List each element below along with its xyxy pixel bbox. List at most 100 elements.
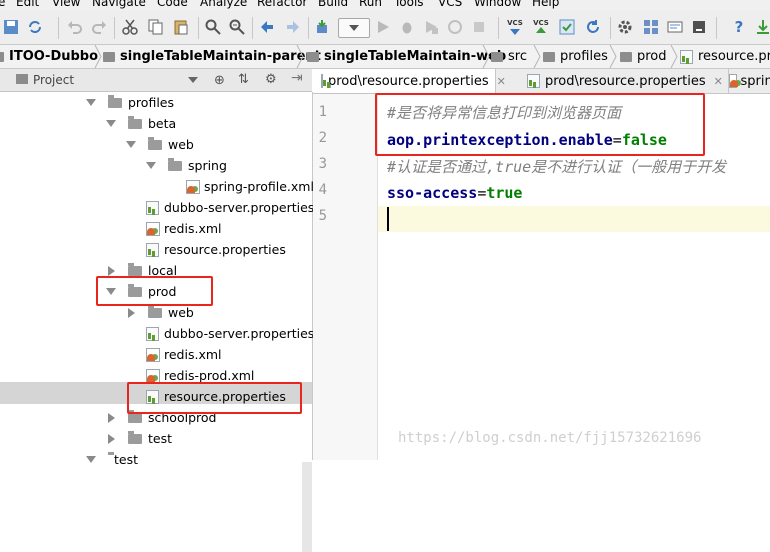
line-number: 3: [318, 156, 327, 172]
menu-window[interactable]: Window: [474, 0, 521, 9]
run-anything-icon[interactable]: [690, 18, 708, 36]
menu-navigate[interactable]: Navigate: [92, 0, 146, 9]
equals-sign: =: [477, 184, 487, 202]
tree-scrollbar[interactable]: [302, 462, 312, 552]
properties-file-icon: [527, 74, 540, 88]
highlight-box-resource-properties: [127, 382, 302, 414]
close-icon[interactable]: ✕: [497, 75, 506, 88]
chevron-right-icon: [609, 45, 617, 68]
settings-icon[interactable]: [616, 18, 634, 36]
find-icon[interactable]: [204, 18, 222, 36]
redo-icon[interactable]: [90, 18, 108, 36]
breadcrumb-prod[interactable]: prod: [620, 48, 667, 65]
code-line-3[interactable]: #认证是否通过,true是不进行认证（一般用于开发: [387, 153, 770, 179]
collapse-all-icon[interactable]: ⇅: [238, 72, 249, 87]
properties-file-icon: [146, 326, 159, 341]
line-number: 5: [318, 208, 327, 224]
replace-icon[interactable]: [228, 18, 246, 36]
run-config-dropdown[interactable]: [338, 18, 370, 38]
tree-node-spring[interactable]: spring: [146, 155, 227, 176]
property-value: true: [486, 184, 523, 202]
tree-node-redis-xml[interactable]: redis.xml: [146, 218, 222, 239]
menu-help[interactable]: Help: [532, 0, 559, 9]
chevron-right-icon: [670, 45, 678, 68]
undo-icon[interactable]: [66, 18, 84, 36]
project-panel-header: Project ⊕ ⇅ ⚙ ⇥: [0, 69, 312, 92]
gear-icon[interactable]: ⚙: [265, 72, 277, 87]
hide-panel-icon[interactable]: ⇥: [291, 70, 303, 86]
breadcrumb-project[interactable]: ITOO-Dubbo: [0, 48, 98, 65]
xml-file-icon: [186, 179, 200, 194]
cut-icon[interactable]: [121, 18, 139, 36]
breadcrumb-web-module[interactable]: singleTableMaintain-web: [307, 48, 506, 65]
tree-node-dubbo-server-properties[interactable]: dubbo-server.properties: [146, 197, 314, 218]
profile-icon[interactable]: [446, 18, 464, 36]
run-icon[interactable]: [374, 18, 392, 36]
tab-spring[interactable]: spring: [721, 69, 770, 93]
menu-edit[interactable]: Edit: [16, 0, 39, 9]
tab-prod-resource-properties[interactable]: prod\resource.properties ✕: [519, 69, 729, 93]
breadcrumb-profiles[interactable]: profiles: [543, 48, 608, 65]
tree-node-profiles[interactable]: profiles: [86, 92, 174, 113]
coverage-icon[interactable]: [422, 18, 440, 36]
tree-node-prod-redis-xml[interactable]: redis.xml: [146, 344, 222, 365]
tree-node-prod-dubbo-server-properties[interactable]: dubbo-server.properties: [146, 323, 314, 344]
editor-tab-bar: prod\resource.properties ✕ prod\resource.…: [313, 69, 770, 94]
chevron-right-icon: [533, 45, 541, 68]
tab-prod-resource-properties-active[interactable]: prod\resource.properties ✕: [313, 69, 506, 93]
tree-node-resource-properties[interactable]: resource.properties: [146, 239, 286, 260]
vcs-commit-icon[interactable]: VCS: [532, 18, 550, 36]
help-icon[interactable]: ?: [730, 18, 748, 36]
menu-code[interactable]: Code: [157, 0, 188, 9]
locate-icon[interactable]: ⊕: [214, 73, 225, 88]
breadcrumb-parent-module[interactable]: singleTableMaintain-parent: [103, 48, 321, 65]
xml-file-icon: [146, 347, 160, 362]
tree-node-test[interactable]: test: [106, 428, 172, 449]
code-line-4[interactable]: sso-access = true: [387, 180, 522, 206]
paste-icon[interactable]: [172, 18, 190, 36]
menu-file[interactable]: e: [0, 0, 5, 9]
project-structure-icon[interactable]: [642, 18, 660, 36]
tree-node-beta[interactable]: beta: [106, 113, 176, 134]
menu-tools[interactable]: Tools: [394, 0, 424, 9]
sync-icon[interactable]: [26, 18, 44, 36]
menu-vcs[interactable]: VCS: [438, 0, 462, 9]
project-panel-title[interactable]: Project: [33, 73, 74, 87]
menu-analyze[interactable]: Analyze: [200, 0, 247, 9]
menu-bar: e Edit View Navigate Code Analyze Refact…: [0, 0, 770, 11]
tree-node-web[interactable]: web: [126, 134, 194, 155]
line-number-gutter: 1 2 3 4 5: [313, 94, 378, 460]
folder-icon: [168, 157, 182, 171]
compare-icon[interactable]: [558, 18, 576, 36]
project-view-icon: [16, 74, 28, 84]
breadcrumb-file[interactable]: resource.prop: [680, 48, 770, 65]
build-icon[interactable]: [314, 18, 332, 36]
chevron-right-icon: [296, 45, 304, 68]
tree-node-spring-profile-xml[interactable]: spring-profile.xml: [186, 176, 314, 197]
view-dropdown-icon[interactable]: [188, 77, 198, 83]
menu-build[interactable]: Build: [318, 0, 348, 9]
highlight-box-exception-setting: [375, 93, 705, 156]
xml-file-icon: [146, 368, 160, 383]
copy-icon[interactable]: [147, 18, 165, 36]
save-all-icon[interactable]: [2, 18, 20, 36]
folder-icon: [128, 262, 142, 276]
stop-icon[interactable]: [470, 18, 488, 36]
menu-run[interactable]: Run: [359, 0, 382, 9]
highlight-box-prod: [96, 276, 213, 306]
menu-view[interactable]: View: [52, 0, 80, 9]
back-icon[interactable]: [258, 18, 276, 36]
folder-icon: [148, 136, 162, 150]
revert-icon[interactable]: [584, 18, 602, 36]
line-number: 1: [318, 104, 327, 120]
properties-file-icon: [146, 200, 159, 215]
vcs-update-icon[interactable]: VCS: [506, 18, 524, 36]
menu-refactor[interactable]: Refactor: [257, 0, 307, 9]
debug-icon[interactable]: [398, 18, 416, 36]
breadcrumb-src[interactable]: src: [491, 48, 527, 65]
chevron-right-icon: [482, 45, 490, 68]
line-number: 2: [318, 130, 327, 146]
sdk-icon[interactable]: [666, 18, 684, 36]
forward-icon[interactable]: [284, 18, 302, 36]
update-icon[interactable]: [754, 18, 770, 36]
